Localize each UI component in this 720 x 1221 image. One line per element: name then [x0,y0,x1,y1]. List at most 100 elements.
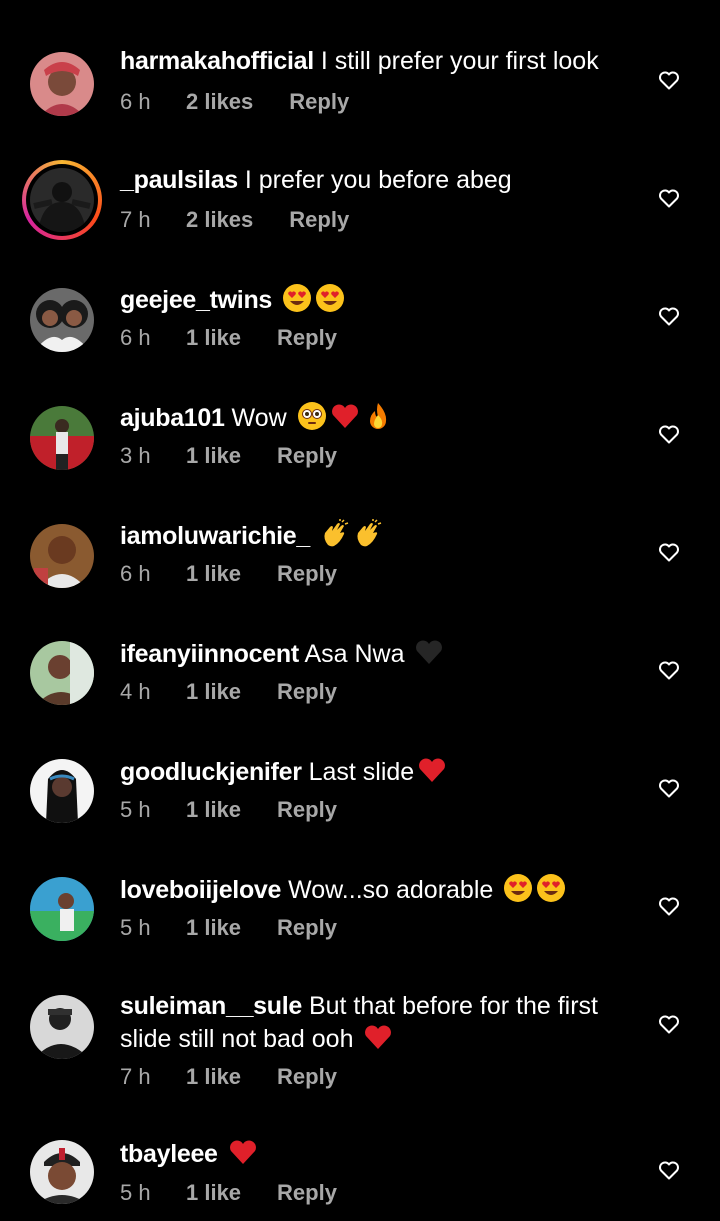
like-count[interactable]: 1 like [186,914,241,942]
comment-body: Last slide [301,758,415,786]
comment-body: I prefer you before abeg [237,166,512,194]
like-heart-icon[interactable] [657,776,681,800]
timestamp: 7 h [120,1064,151,1089]
reply-button[interactable]: Reply [277,442,337,470]
comment-meta: 6 h 1 like Reply [120,324,337,352]
black-heart-emoji [416,640,443,664]
timestamp: 3 h [120,443,151,468]
avatar[interactable] [30,524,94,588]
reply-button[interactable]: Reply [277,1063,337,1091]
like-heart-icon[interactable] [657,658,681,682]
username[interactable]: suleiman__sule [120,992,302,1020]
flushed-emoji [297,402,326,430]
like-heart-icon[interactable] [657,1158,681,1182]
username[interactable]: goodluckjenifer [120,758,302,786]
timestamp: 5 h [120,797,151,822]
username[interactable]: _paulsilas [120,166,238,194]
fire-emoji [369,403,386,429]
username[interactable]: loveboiijelove [120,876,281,904]
like-count[interactable]: 1 like [186,678,241,706]
comment-meta: 5 h 1 like Reply [120,796,337,824]
reply-button[interactable]: Reply [277,324,337,352]
like-count[interactable]: 1 like [186,1179,241,1207]
comment-body [218,1140,225,1168]
timestamp: 5 h [120,915,151,940]
reply-button[interactable]: Reply [277,914,337,942]
like-heart-icon[interactable] [657,1012,681,1036]
comment-text: _paulsilas I prefer you before abeg [120,165,630,196]
comment-body [272,286,279,314]
username[interactable]: iamoluwarichie_ [120,522,310,550]
username[interactable]: ajuba101 [120,404,225,432]
like-count[interactable]: 1 like [186,560,241,588]
like-heart-icon[interactable] [657,304,681,328]
like-heart-icon[interactable] [657,186,681,210]
comment-text: goodluckjenifer Last slide [120,755,630,788]
comment-body: Wow [224,404,294,432]
like-count[interactable]: 2 likes [186,206,253,234]
avatar[interactable] [30,995,94,1059]
like-count[interactable]: 2 likes [186,88,253,116]
comment-body: I still prefer your first look [313,47,599,75]
comment-meta: 3 h 1 like Reply [120,442,337,470]
like-count[interactable]: 1 like [186,796,241,824]
avatar[interactable] [22,160,102,240]
avatar[interactable] [30,1140,94,1204]
red-heart-emoji [419,758,446,782]
comment-text: ajuba101 Wow [120,401,630,434]
comment-body [310,522,317,550]
comment-meta: 7 h 2 likes Reply [120,206,349,234]
timestamp: 7 h [120,207,151,232]
heart-eyes-emoji [504,874,533,902]
comment-meta: 4 h 1 like Reply [120,678,337,706]
like-count[interactable]: 1 like [186,324,241,352]
reply-button[interactable]: Reply [289,88,349,116]
username[interactable]: geejee_twins [120,286,272,314]
comment-text: tbayleee [120,1137,630,1170]
comment-meta: 6 h 2 likes Reply [120,88,349,116]
comment-text: iamoluwarichie_ [120,519,630,552]
comment-text: suleiman__sule But that before for the f… [120,991,630,1055]
avatar[interactable] [30,52,94,116]
avatar[interactable] [30,641,94,705]
timestamp: 6 h [120,89,151,114]
username[interactable]: ifeanyiinnocent [120,640,299,668]
reply-button[interactable]: Reply [277,560,337,588]
red-heart-emoji [365,1025,392,1049]
comment-body: Asa Nwa [298,640,412,668]
avatar[interactable] [30,877,94,941]
username[interactable]: tbayleee [120,1140,218,1168]
like-count[interactable]: 1 like [186,1063,241,1091]
like-count[interactable]: 1 like [186,442,241,470]
reply-button[interactable]: Reply [289,206,349,234]
comment-text: ifeanyiinnocent Asa Nwa [120,637,630,670]
avatar[interactable] [30,759,94,823]
red-heart-emoji [331,404,358,428]
username[interactable]: harmakahofficial [120,47,314,75]
like-heart-icon[interactable] [657,540,681,564]
comment-body: Wow...so adorable [281,876,501,904]
heart-eyes-emoji [537,874,566,902]
avatar[interactable] [30,406,94,470]
reply-button[interactable]: Reply [277,796,337,824]
comment-text: loveboiijelove Wow...so adorable [120,873,630,906]
heart-eyes-emoji [315,284,344,312]
red-heart-emoji [229,1140,256,1164]
like-heart-icon[interactable] [657,894,681,918]
avatar[interactable] [30,288,94,352]
comment-text: geejee_twins [120,283,630,316]
comment-text: harmakahofficial I still prefer your fir… [120,46,630,77]
comment-meta: 5 h 1 like Reply [120,914,337,942]
comment-meta: 5 h 1 like Reply [120,1179,337,1207]
clapping-hands-emoji [357,519,382,547]
like-heart-icon[interactable] [657,68,681,92]
timestamp: 6 h [120,325,151,350]
reply-button[interactable]: Reply [277,1179,337,1207]
clapping-hands-emoji [324,519,349,547]
timestamp: 4 h [120,679,151,704]
timestamp: 6 h [120,561,151,586]
reply-button[interactable]: Reply [277,678,337,706]
like-heart-icon[interactable] [657,422,681,446]
heart-eyes-emoji [282,284,311,312]
comment-meta: 6 h 1 like Reply [120,560,337,588]
